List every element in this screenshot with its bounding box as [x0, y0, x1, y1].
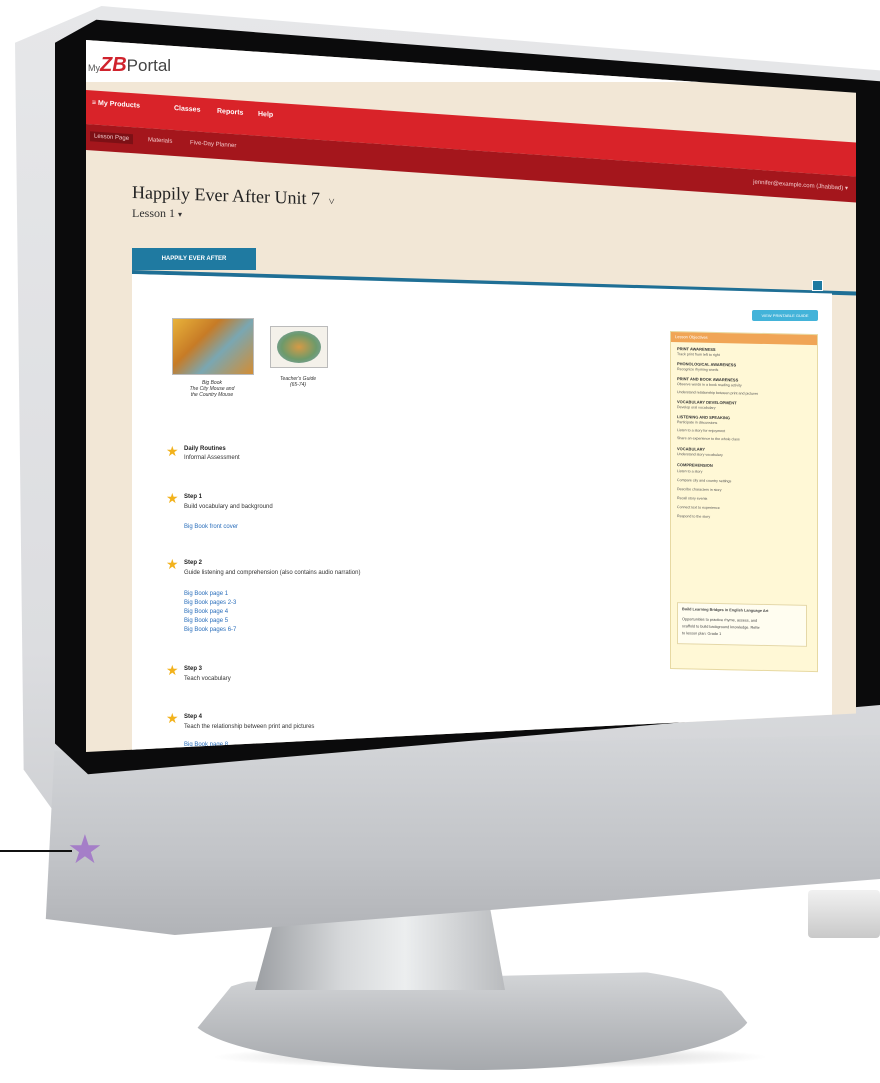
note-line: Opportunities to practice rhyme, assess,…	[682, 617, 758, 623]
learning-bridges-note: Build Learning Bridges in English Langua…	[677, 602, 807, 647]
objective-item: Recall story events	[677, 496, 708, 501]
step-title: Step 4	[184, 714, 203, 720]
step-title: Step 1	[184, 494, 203, 500]
callout-line	[0, 850, 72, 852]
lesson-label: Lesson 1	[132, 206, 175, 220]
portal-logo[interactable]: MyZBPortal	[88, 54, 171, 77]
star-icon: ★	[166, 710, 179, 726]
step-title: Daily Routines	[184, 446, 226, 452]
user-account-menu[interactable]: jennifer@example.com (Jhabbad) ▾	[753, 178, 848, 191]
subnav-lesson-page[interactable]: Lesson Page	[90, 131, 134, 145]
step-link[interactable]: Big Book page 1	[184, 591, 228, 597]
objective-item: Recognize rhyming words	[677, 367, 719, 373]
objective-item: Listen to a story	[677, 469, 703, 474]
star-icon: ★	[166, 556, 179, 572]
nav-classes[interactable]: Classes	[174, 105, 200, 114]
objective-item: Develop oral vocabulary	[677, 405, 716, 410]
objective-heading: PRINT AWARENESS	[677, 346, 716, 352]
big-book-caption-line: the Country Mouse	[190, 392, 234, 398]
guide-cover-art	[277, 331, 321, 363]
note-title: Build Learning Bridges in English Langua…	[682, 607, 769, 614]
guide-caption-line: (65-74)	[289, 382, 307, 388]
logo-my: My	[88, 63, 100, 73]
objective-item: Respond to the story	[677, 514, 711, 519]
nav-reports[interactable]: Reports	[217, 108, 243, 117]
tab-happily-ever-after[interactable]: HAPPILY EVER AFTER	[132, 248, 256, 270]
big-book-caption: Big Book The City Mouse and the Country …	[172, 380, 252, 398]
lesson-selector[interactable]: Lesson 1 ▾	[132, 206, 182, 221]
purple-star-icon: ★	[67, 828, 103, 872]
objective-item: Understand relationship between print an…	[677, 390, 759, 396]
objective-item: Share an experience to the whole class	[677, 436, 740, 442]
step-description: Teach vocabulary	[184, 676, 231, 682]
logo-zb: ZB	[100, 54, 127, 76]
big-book-thumbnail[interactable]	[172, 318, 254, 375]
objective-item: Describe characters in story	[677, 487, 722, 493]
objective-heading: VOCABULARY	[677, 446, 706, 452]
logo-portal: Portal	[126, 56, 172, 75]
teachers-guide-thumbnail[interactable]	[270, 326, 328, 368]
subnav-five-day-planner[interactable]: Five-Day Planner	[190, 140, 236, 149]
step-title: Step 2	[184, 560, 203, 566]
step-description: Build vocabulary and background	[184, 504, 273, 510]
step-description: Teach the relationship between print and…	[184, 724, 315, 730]
step-link[interactable]: Big Book pages 6-7	[184, 627, 236, 633]
step-link[interactable]: Big Book front cover	[184, 524, 238, 530]
note-line: to lesson plan: Grade 1	[682, 631, 722, 637]
unit-title-text: Happily Ever After Unit 7	[132, 182, 320, 209]
monitor-right-foot	[808, 890, 880, 938]
objective-item: Participate in discussions	[677, 420, 718, 425]
objectives-header: Lesson Objectives	[671, 332, 817, 346]
nav-my-products[interactable]: ≡ My Products	[92, 99, 140, 109]
subnav-materials[interactable]: Materials	[148, 137, 172, 145]
star-icon: ★	[166, 662, 179, 678]
step-link[interactable]: Big Book pages 2-3	[184, 600, 236, 606]
step-link[interactable]: Big Book page 5	[184, 618, 228, 624]
lesson-dropdown-icon[interactable]: ▾	[178, 210, 182, 219]
objective-item: Understand story vocabulary	[677, 452, 723, 458]
step-title: Step 3	[184, 666, 203, 672]
nav-help[interactable]: Help	[258, 111, 273, 119]
star-icon: ★	[166, 490, 179, 506]
objective-heading: COMPREHENSION	[677, 462, 713, 468]
unit-dropdown-icon[interactable]: ˅	[328, 196, 334, 208]
step-description: Guide listening and comprehension (also …	[184, 570, 361, 576]
teachers-guide-caption: Teacher's Guide (65-74)	[266, 376, 330, 388]
objective-item: Compare city and country settings	[677, 478, 732, 484]
monitor-screen: MyZBPortal ≡ My Products Classes Reports…	[86, 40, 856, 752]
objective-item: Connect text to experience	[677, 505, 720, 511]
objective-item: Listen to a story for enjoyment	[677, 428, 726, 434]
objective-item: Observe words in a book reading activity	[677, 382, 742, 388]
star-icon: ★	[166, 443, 179, 459]
lesson-objectives-panel: Lesson Objectives PRINT AWARENESS Track …	[670, 331, 818, 673]
step-description: Informal Assessment	[184, 455, 240, 461]
edit-icon[interactable]	[812, 280, 823, 291]
note-line: scaffold to build background knowledge. …	[682, 624, 760, 630]
objective-item: Track print from left to right	[677, 352, 720, 358]
step-link[interactable]: Big Book page 4	[184, 609, 228, 615]
view-printable-guide-button[interactable]: VIEW PRINTABLE GUIDE	[752, 310, 818, 321]
